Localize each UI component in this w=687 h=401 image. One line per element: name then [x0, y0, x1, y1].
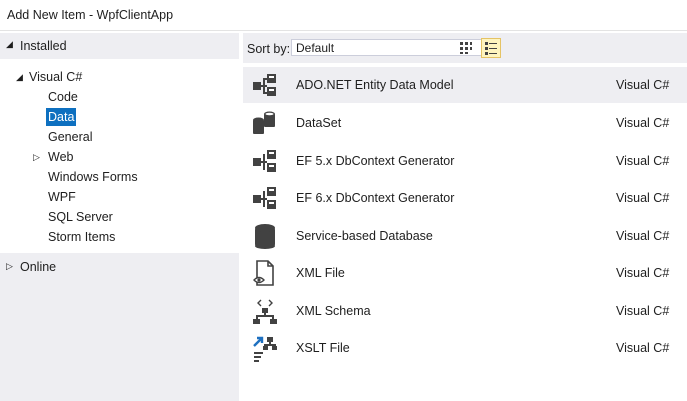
details-view-button[interactable]: [481, 38, 501, 58]
list-item-ado-net-entity-data-model[interactable]: ADO.NET Entity Data Model Visual C#: [243, 67, 687, 103]
xslt-file-icon: [253, 336, 277, 362]
list-item-service-based-database[interactable]: Service-based Database Visual C#: [243, 218, 687, 254]
item-language: Visual C#: [616, 266, 670, 280]
xml-file-icon: [253, 260, 274, 286]
tree-item-label: SQL Server: [48, 210, 113, 224]
list-item-xslt-file[interactable]: XSLT File Visual C#: [243, 330, 687, 366]
item-name: ADO.NET Entity Data Model: [296, 78, 454, 92]
expand-arrow-icon[interactable]: ▷: [6, 261, 13, 272]
ef-generator-icon: [253, 150, 276, 172]
list-item-xml-file[interactable]: XML File Visual C#: [243, 255, 687, 291]
expand-arrow-icon[interactable]: ▷: [33, 148, 40, 166]
item-name: DataSet: [296, 116, 342, 130]
item-name: XML File: [296, 266, 345, 280]
item-name: Service-based Database: [296, 229, 433, 243]
dataset-icon: [253, 111, 275, 134]
tree-item-sql-server[interactable]: SQL Server: [48, 208, 113, 226]
template-list-pane: Sort by: Default ▼: [243, 31, 687, 401]
grid-view-icon: [460, 42, 472, 54]
ef-generator-icon: [253, 187, 276, 209]
tree-item-wpf[interactable]: WPF: [48, 188, 76, 206]
item-language: Visual C#: [616, 78, 670, 92]
item-language: Visual C#: [616, 191, 670, 205]
list-item-ef6-dbcontext-generator[interactable]: EF 6.x DbContext Generator Visual C#: [243, 180, 687, 216]
title-bar: Add New Item - WpfClientApp: [0, 0, 687, 31]
small-icons-view-button[interactable]: [456, 38, 476, 58]
collapse-arrow-icon[interactable]: ◢: [6, 39, 13, 50]
tree-item-windows-forms[interactable]: Windows Forms: [48, 168, 138, 186]
list-item-ef5-dbcontext-generator[interactable]: EF 5.x DbContext Generator Visual C#: [243, 143, 687, 179]
tree-item-label: Storm Items: [48, 230, 116, 244]
xml-schema-icon: [253, 299, 277, 324]
online-header[interactable]: ▷ Online: [0, 253, 239, 401]
sort-by-label: Sort by:: [247, 42, 291, 56]
item-language: Visual C#: [616, 304, 670, 318]
sort-by-value: Default: [296, 41, 335, 55]
item-name: XML Schema: [296, 304, 371, 318]
tree-item-code[interactable]: Code: [48, 88, 78, 106]
item-language: Visual C#: [616, 116, 670, 130]
item-name: EF 6.x DbContext Generator: [296, 191, 455, 205]
item-name: EF 5.x DbContext Generator: [296, 154, 455, 168]
tree-item-label: WPF: [48, 190, 76, 204]
online-label: Online: [20, 260, 57, 274]
tree-item-label: General: [48, 130, 93, 144]
window-title: Add New Item - WpfClientApp: [7, 8, 174, 22]
tree-item-label: Windows Forms: [48, 170, 138, 184]
template-tree-pane: ◢ Installed ◢ Visual C# Code Data Genera…: [0, 31, 239, 401]
tree-item-data[interactable]: Data: [46, 108, 77, 126]
tree-item-storm-items[interactable]: Storm Items: [48, 228, 115, 246]
collapse-arrow-icon[interactable]: ◢: [16, 68, 23, 86]
item-name: XSLT File: [296, 341, 350, 355]
tree-item-label: Code: [48, 90, 78, 104]
tree-item-label: Data: [48, 110, 75, 124]
item-language: Visual C#: [616, 154, 670, 168]
sort-toolbar: Sort by: Default ▼: [243, 33, 687, 63]
list-item-xml-schema[interactable]: XML Schema Visual C#: [243, 293, 687, 329]
installed-header[interactable]: ◢ Installed: [0, 33, 239, 59]
entity-model-icon: [253, 74, 276, 96]
item-language: Visual C#: [616, 229, 670, 243]
installed-label: Installed: [20, 39, 67, 53]
list-item-dataset[interactable]: DataSet Visual C#: [243, 105, 687, 141]
list-view-icon: [485, 42, 497, 55]
database-icon: [255, 224, 275, 249]
tree-item-label: Visual C#: [29, 70, 83, 84]
tree-item-general[interactable]: General: [48, 128, 92, 146]
tree-item-web[interactable]: ▷ Web: [33, 148, 113, 166]
tree-item-label: Web: [48, 150, 74, 164]
item-language: Visual C#: [616, 341, 670, 355]
